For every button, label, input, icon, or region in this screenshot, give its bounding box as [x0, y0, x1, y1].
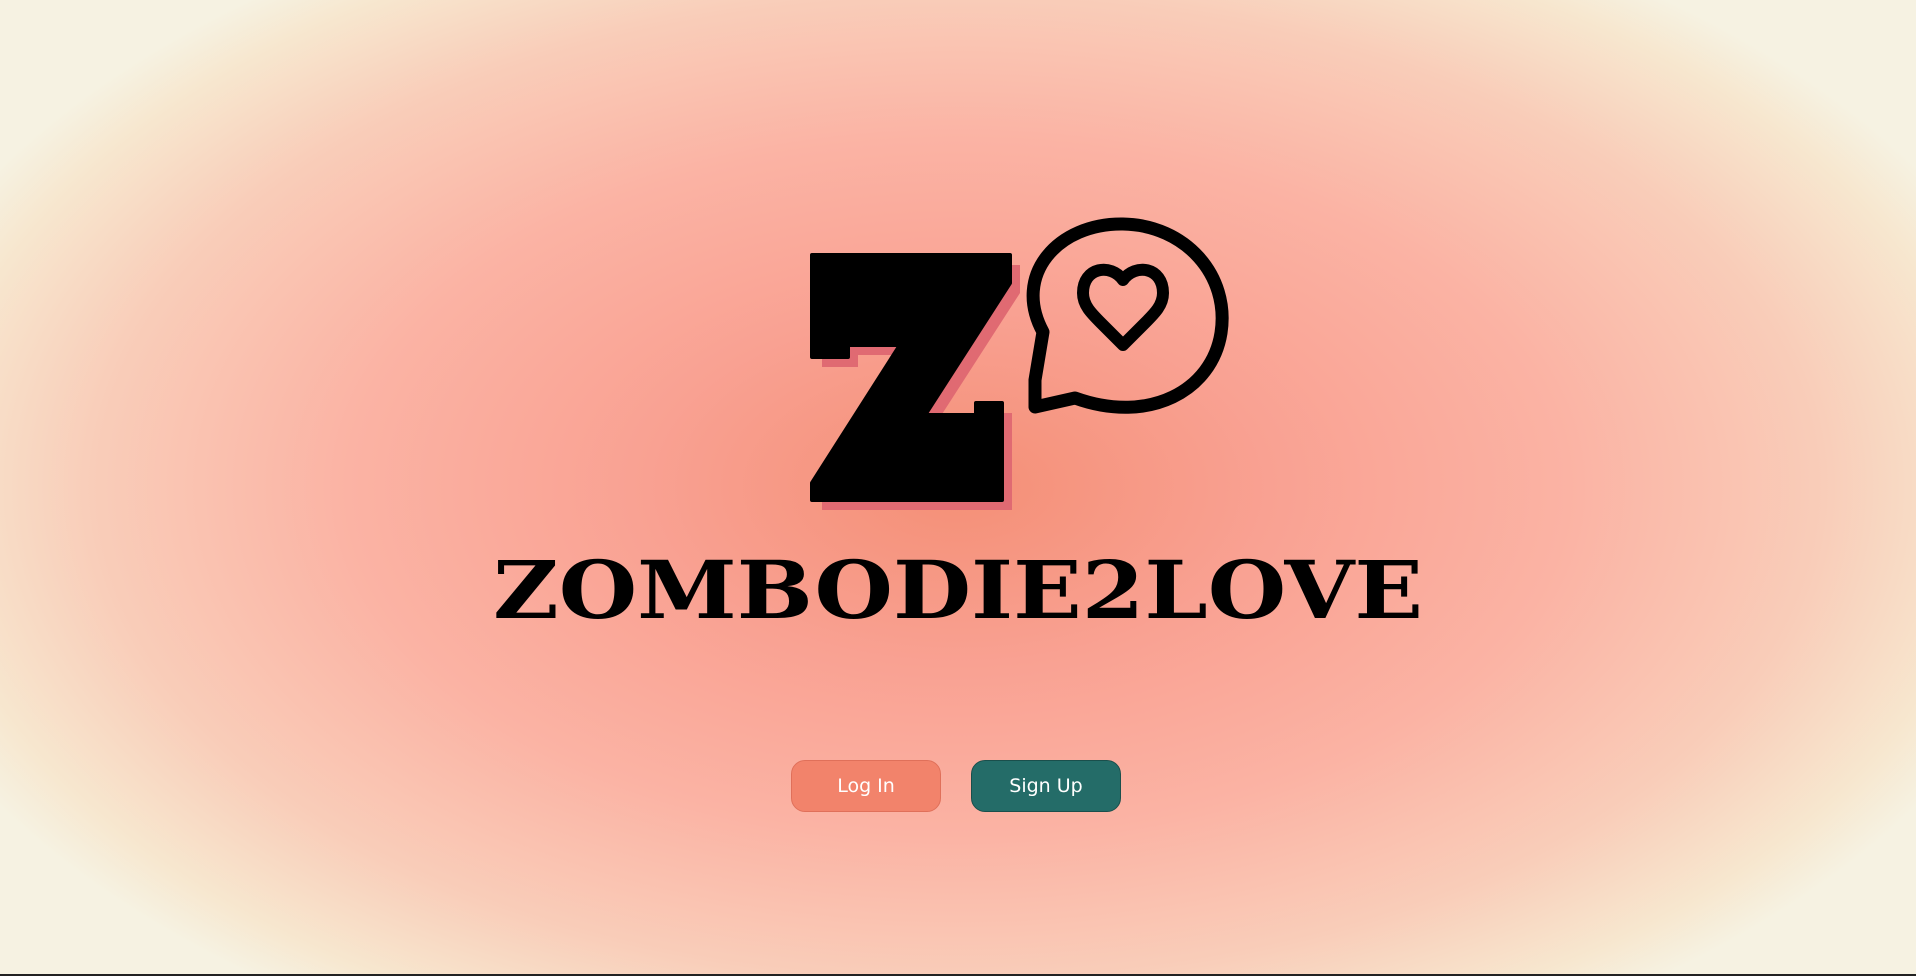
signup-button[interactable]: Sign Up — [971, 760, 1121, 812]
brand-name: ZOMBODIE2LOVE — [493, 548, 1423, 628]
z-letter — [810, 253, 1012, 502]
logo-icon — [810, 217, 1229, 510]
brand-wordmark: ZOMBODIE2LOVE — [493, 548, 1423, 628]
speech-bubble-icon — [1026, 217, 1229, 414]
login-button[interactable]: Log In — [791, 760, 941, 812]
heart-icon — [1077, 263, 1169, 351]
